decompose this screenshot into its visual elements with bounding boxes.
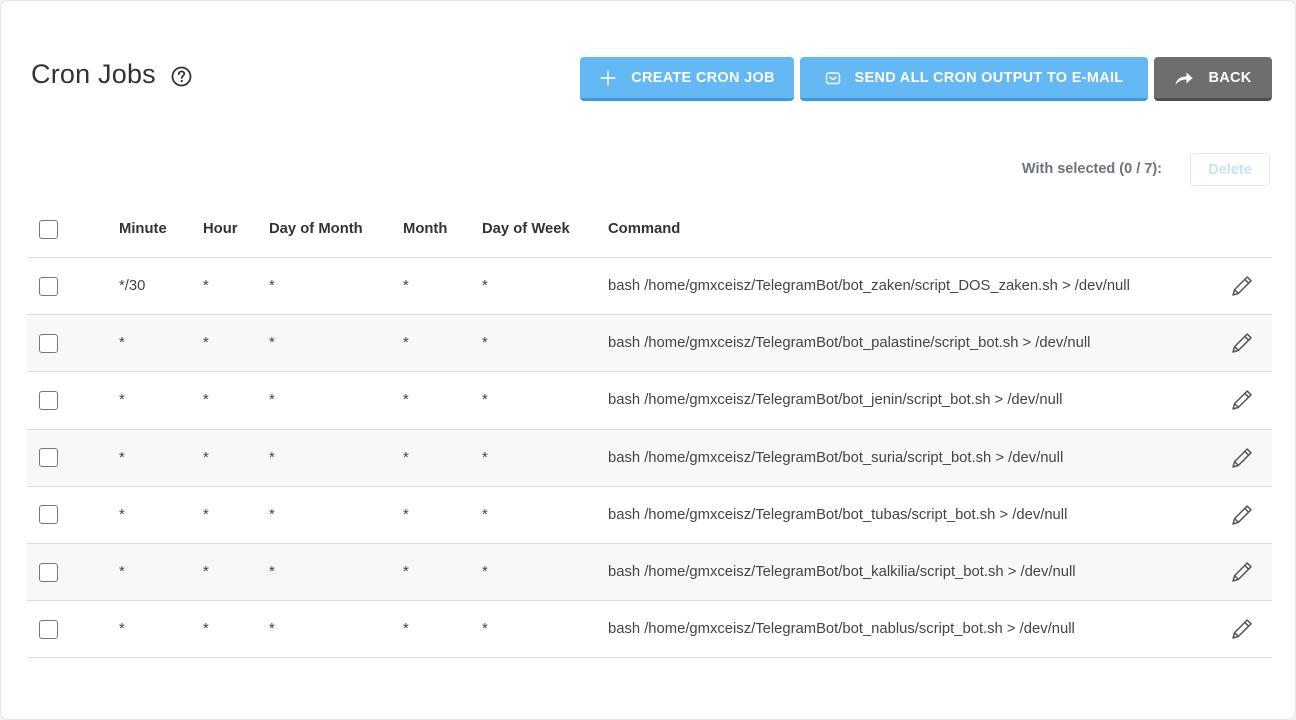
day-of-month-cell: * (269, 335, 275, 352)
cron-jobs-panel: Cron Jobs CREATE CRON JOB SEND ALL CRON … (0, 0, 1296, 720)
day-of-month-cell: * (269, 506, 275, 523)
row-checkbox[interactable] (39, 448, 58, 468)
create-cron-job-button[interactable]: CREATE CRON JOB (580, 57, 794, 101)
with-selected-count: With selected (0 / 7): (1021, 161, 1162, 177)
column-header-day-of-week: Day of Week (482, 221, 570, 237)
row-checkbox[interactable] (39, 505, 58, 525)
column-header-day-of-month: Day of Month (269, 221, 363, 237)
table-row: * * * * * bash /home/gmxceisz/TelegramBo… (27, 601, 1272, 659)
pencil-icon[interactable] (1229, 273, 1255, 299)
row-checkbox[interactable] (39, 562, 58, 582)
share-arrow-icon (1174, 70, 1194, 86)
command-cell: bash /home/gmxceisz/TelegramBot/bot_pala… (608, 335, 1091, 352)
day-of-month-cell: * (269, 392, 275, 409)
day-of-month-cell: * (269, 449, 275, 466)
row-checkbox[interactable] (39, 276, 58, 296)
send-output-email-button[interactable]: SEND ALL CRON OUTPUT TO E-MAIL (800, 57, 1148, 101)
minute-cell: * (119, 506, 125, 523)
month-cell: * (403, 278, 409, 295)
minute-cell: * (119, 392, 125, 409)
day-of-week-cell: * (482, 506, 488, 523)
envelope-icon (825, 71, 841, 85)
row-checkbox[interactable] (39, 390, 58, 410)
minute-cell: * (119, 335, 125, 352)
table-row: * * * * * bash /home/gmxceisz/TelegramBo… (27, 372, 1272, 430)
column-header-command: Command (608, 221, 681, 237)
month-cell: * (403, 564, 409, 581)
minute-cell: * (119, 449, 125, 466)
hour-cell: * (203, 392, 209, 409)
pencil-icon[interactable] (1229, 502, 1255, 528)
row-checkbox[interactable] (39, 619, 58, 639)
cron-jobs-table: Minute Hour Day of Month Month Day of We… (27, 201, 1272, 659)
hour-cell: * (203, 506, 209, 523)
pencil-icon[interactable] (1229, 559, 1255, 585)
column-header-hour: Hour (203, 221, 238, 237)
command-cell: bash /home/gmxceisz/TelegramBot/bot_zake… (608, 278, 1130, 295)
day-of-week-cell: * (482, 621, 488, 638)
command-cell: bash /home/gmxceisz/TelegramBot/bot_suri… (608, 449, 1064, 466)
pencil-icon[interactable] (1229, 445, 1255, 471)
day-of-week-cell: * (482, 392, 488, 409)
hour-cell: * (203, 449, 209, 466)
table-row: * * * * * bash /home/gmxceisz/TelegramBo… (27, 429, 1272, 487)
minute-cell: * (119, 564, 125, 581)
back-label: BACK (1208, 69, 1252, 86)
day-of-month-cell: * (269, 278, 275, 295)
day-of-month-cell: * (269, 564, 275, 581)
day-of-week-cell: * (482, 564, 488, 581)
day-of-month-cell: * (269, 621, 275, 638)
hour-cell: * (203, 564, 209, 581)
hour-cell: * (203, 621, 209, 638)
day-of-week-cell: * (482, 335, 488, 352)
select-all-checkbox[interactable] (39, 219, 58, 239)
command-cell: bash /home/gmxceisz/TelegramBot/bot_nabl… (608, 621, 1075, 638)
page-title: Cron Jobs (31, 59, 156, 89)
column-header-month: Month (403, 221, 448, 237)
month-cell: * (403, 506, 409, 523)
create-cron-job-label: CREATE CRON JOB (631, 69, 775, 86)
hour-cell: * (203, 278, 209, 295)
plus-icon (599, 69, 617, 87)
day-of-week-cell: * (482, 278, 488, 295)
hour-cell: * (203, 335, 209, 352)
table-row: * * * * * bash /home/gmxceisz/TelegramBo… (27, 315, 1272, 373)
minute-cell: */30 (119, 278, 146, 295)
month-cell: * (403, 621, 409, 638)
send-output-email-label: SEND ALL CRON OUTPUT TO E-MAIL (854, 69, 1124, 86)
command-cell: bash /home/gmxceisz/TelegramBot/bot_tuba… (608, 506, 1068, 523)
month-cell: * (403, 335, 409, 352)
pencil-icon[interactable] (1229, 330, 1255, 356)
month-cell: * (403, 449, 409, 466)
minute-cell: * (119, 621, 125, 638)
table-header-row: Minute Hour Day of Month Month Day of We… (27, 201, 1272, 258)
pencil-icon[interactable] (1229, 387, 1255, 413)
table-row: */30 * * * * bash /home/gmxceisz/Telegra… (27, 258, 1272, 316)
month-cell: * (403, 392, 409, 409)
delete-selected-button[interactable]: Delete (1190, 153, 1270, 186)
command-cell: bash /home/gmxceisz/TelegramBot/bot_kalk… (608, 564, 1076, 581)
table-row: * * * * * bash /home/gmxceisz/TelegramBo… (27, 543, 1272, 602)
column-header-minute: Minute (119, 221, 167, 237)
command-cell: bash /home/gmxceisz/TelegramBot/bot_jeni… (608, 392, 1063, 409)
row-checkbox[interactable] (39, 333, 58, 353)
question-circle-icon[interactable] (171, 66, 192, 87)
day-of-week-cell: * (482, 449, 488, 466)
back-button[interactable]: BACK (1154, 57, 1272, 101)
pencil-icon[interactable] (1229, 616, 1255, 642)
table-row: * * * * * bash /home/gmxceisz/TelegramBo… (27, 487, 1272, 544)
